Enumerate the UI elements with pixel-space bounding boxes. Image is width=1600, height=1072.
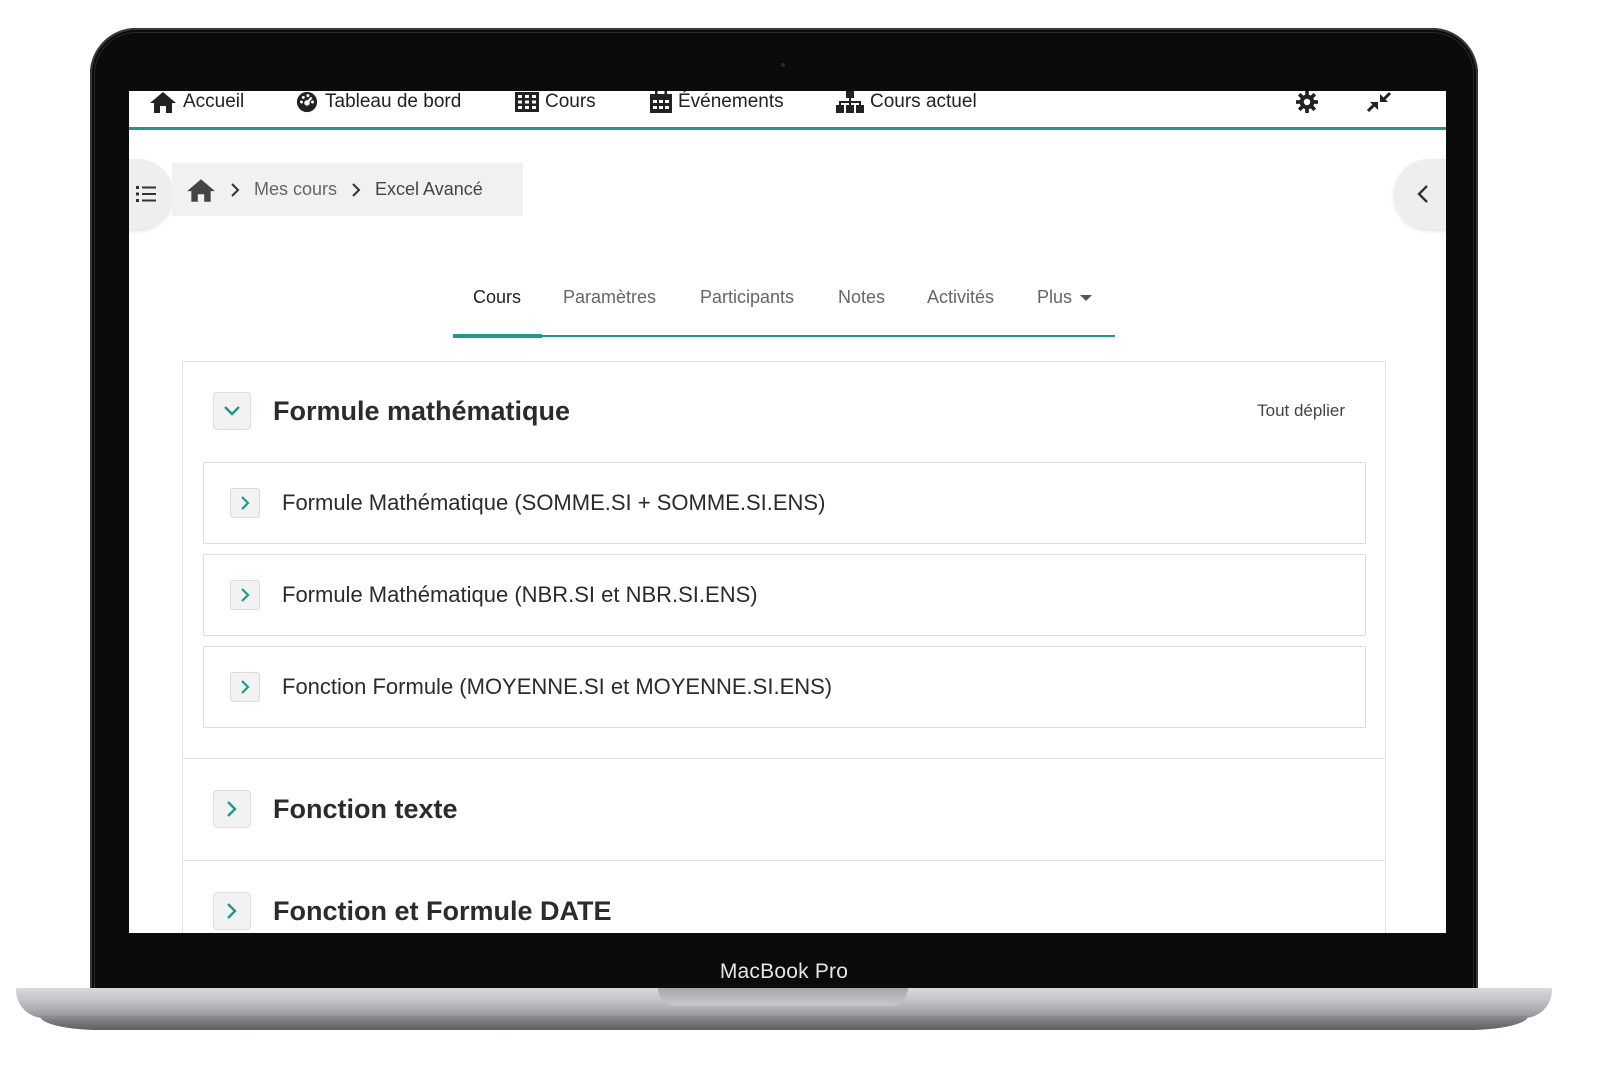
laptop-base-edge: [40, 1016, 1528, 1030]
breadcrumb-home-link[interactable]: [186, 178, 216, 202]
compress-icon: [1366, 91, 1392, 113]
nav-item-tableau-de-bord[interactable]: Tableau de bord: [295, 91, 461, 113]
subsection-title[interactable]: Fonction Formule (MOYENNE.SI et MOYENNE.…: [282, 674, 832, 700]
section-title[interactable]: Fonction texte: [273, 794, 458, 825]
tab-parametres[interactable]: Paramètres: [563, 287, 656, 308]
subsection-item: Fonction Formule (MOYENNE.SI et MOYENNE.…: [203, 646, 1366, 728]
tab-plus-label: Plus: [1037, 287, 1073, 307]
home-icon: [187, 178, 215, 202]
caret-down-icon: [1080, 294, 1093, 301]
nav-label: Cours: [545, 91, 596, 112]
breadcrumb-link-mes-cours[interactable]: Mes cours: [254, 179, 337, 200]
laptop-notch: [658, 988, 908, 1006]
nav-item-cours[interactable]: Cours: [515, 91, 596, 113]
camera: [781, 63, 785, 67]
chevron-right-icon: [241, 496, 250, 510]
chevron-down-icon: [224, 406, 240, 416]
breadcrumb-current[interactable]: Excel Avancé: [375, 179, 483, 200]
section-header: Formule mathématique: [213, 392, 570, 430]
section-header: Fonction texte: [213, 790, 458, 828]
nav-label: Cours actuel: [870, 91, 977, 112]
subsection-item: Formule Mathématique (NBR.SI et NBR.SI.E…: [203, 554, 1366, 636]
tab-notes[interactable]: Notes: [838, 287, 885, 308]
nav-item-accueil[interactable]: Accueil: [149, 91, 244, 113]
course-content: Formule mathématique Tout déplier Formul…: [182, 361, 1386, 933]
nav-label: Événements: [678, 91, 784, 112]
chevron-right-icon: [227, 903, 237, 919]
section-expand-toggle[interactable]: [213, 790, 251, 828]
block-drawer-toggle[interactable]: [1394, 159, 1446, 229]
nav-label: Tableau de bord: [325, 91, 462, 112]
course-index-drawer-toggle[interactable]: [129, 159, 173, 229]
home-icon: [150, 92, 176, 113]
section-title[interactable]: Fonction et Formule DATE: [273, 896, 612, 927]
subsection-expand-toggle[interactable]: [230, 488, 260, 518]
list-icon: [136, 186, 156, 202]
chevron-right-icon: [241, 588, 250, 602]
active-tab-indicator: [453, 334, 542, 338]
fullscreen-toggle-button[interactable]: [1366, 91, 1392, 118]
chevron-right-icon: [230, 182, 240, 198]
dashboard-icon: [296, 91, 318, 113]
sitemap-icon: [836, 91, 864, 113]
device-label: MacBook Pro: [719, 960, 849, 983]
chevron-right-icon: [351, 182, 361, 198]
chevron-left-icon: [1417, 185, 1428, 203]
section-title[interactable]: Formule mathématique: [273, 396, 570, 427]
subsection-item: Formule Mathématique (SOMME.SI + SOMME.S…: [203, 462, 1366, 544]
settings-button[interactable]: [1295, 91, 1319, 118]
tab-plus[interactable]: Plus: [1037, 287, 1093, 308]
top-navigation: Accueil Tableau de bord Cours Événements…: [129, 91, 1446, 130]
calendar-icon: [650, 91, 672, 113]
nav-label: Accueil: [183, 91, 245, 112]
tab-cours[interactable]: Cours: [473, 287, 521, 308]
section-collapse-toggle[interactable]: [213, 392, 251, 430]
subsection-expand-toggle[interactable]: [230, 580, 260, 610]
section-header: Fonction et Formule DATE: [213, 892, 612, 930]
tab-participants[interactable]: Participants: [700, 287, 794, 308]
tab-activites[interactable]: Activités: [927, 287, 994, 308]
nav-item-evenements[interactable]: Événements: [650, 91, 784, 113]
subsection-title[interactable]: Formule Mathématique (SOMME.SI + SOMME.S…: [282, 490, 825, 516]
chevron-right-icon: [227, 801, 237, 817]
section-divider: [183, 860, 1385, 861]
course-tabs: Cours Paramètres Participants Notes Acti…: [453, 281, 1115, 338]
subsection-expand-toggle[interactable]: [230, 672, 260, 702]
section-expand-toggle[interactable]: [213, 892, 251, 930]
gear-icon: [1296, 91, 1318, 113]
subsection-title[interactable]: Formule Mathématique (NBR.SI et NBR.SI.E…: [282, 582, 758, 608]
grid-icon: [515, 92, 539, 112]
expand-all-link[interactable]: Tout déplier: [1257, 401, 1345, 421]
browser-screen: Accueil Tableau de bord Cours Événements…: [129, 91, 1446, 933]
nav-item-cours-actuel[interactable]: Cours actuel: [836, 91, 977, 113]
chevron-right-icon: [241, 680, 250, 694]
section-divider: [183, 758, 1385, 759]
breadcrumb: Mes cours Excel Avancé: [172, 163, 523, 216]
